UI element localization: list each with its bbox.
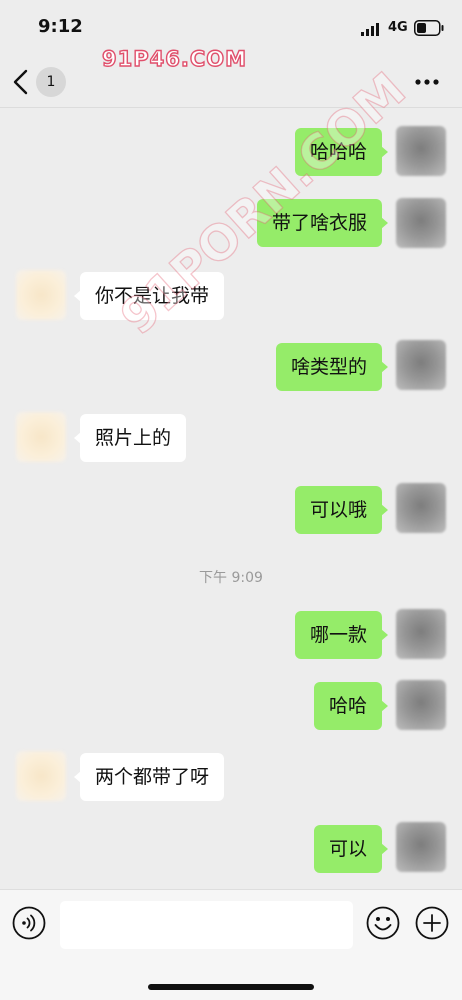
message-bubble-received[interactable]: 两个都带了呀	[73, 753, 225, 801]
avatar-self[interactable]	[396, 483, 446, 533]
message-bubble-sent[interactable]: 可以哦	[294, 486, 389, 534]
more-dots-icon	[415, 79, 421, 85]
emoji-button[interactable]	[366, 906, 400, 940]
message-bubble-sent[interactable]: 哈哈	[313, 682, 389, 730]
chevron-left-icon	[13, 69, 28, 95]
voice-icon	[12, 906, 46, 940]
avatar-self[interactable]	[396, 198, 446, 248]
more-button[interactable]	[410, 70, 444, 94]
add-button[interactable]	[415, 906, 449, 940]
avatar-self[interactable]	[396, 680, 446, 730]
avatar-contact[interactable]	[16, 751, 66, 801]
unread-badge: 1	[36, 67, 66, 97]
avatar-self[interactable]	[396, 126, 446, 176]
message-bubble-sent[interactable]: 哪一款	[294, 611, 389, 659]
chat-area[interactable]: 哈哈哈 带了啥衣服 你不是让我带 啥类型的 照片上的 可以哦 下午 9:09 哪…	[0, 61, 462, 889]
message-bubble-sent[interactable]: 哈哈哈	[294, 128, 389, 176]
message-bubble-sent[interactable]: 可以	[313, 825, 389, 873]
message-bubble-received[interactable]: 照片上的	[73, 414, 187, 462]
home-indicator[interactable]	[148, 984, 314, 990]
battery-icon	[414, 20, 444, 36]
plus-icon	[415, 906, 449, 940]
message-bubble-received[interactable]: 你不是让我带	[73, 272, 225, 320]
avatar-self[interactable]	[396, 822, 446, 872]
network-label: 4G	[388, 20, 408, 35]
message-input[interactable]	[60, 901, 353, 949]
avatar-self[interactable]	[396, 609, 446, 659]
message-bubble-sent[interactable]: 啥类型的	[275, 343, 389, 391]
status-time: 9:12	[38, 16, 83, 37]
watermark-header: 91P46.COM	[101, 46, 247, 71]
avatar-self[interactable]	[396, 340, 446, 390]
timestamp-divider: 下午 9:09	[199, 570, 263, 586]
avatar-contact[interactable]	[16, 412, 66, 462]
signal-icon	[361, 23, 379, 36]
avatar-contact[interactable]	[16, 270, 66, 320]
voice-button[interactable]	[12, 906, 46, 940]
back-button[interactable]: 1	[10, 64, 72, 100]
message-bubble-sent[interactable]: 带了啥衣服	[256, 199, 389, 247]
emoji-icon	[366, 906, 400, 940]
